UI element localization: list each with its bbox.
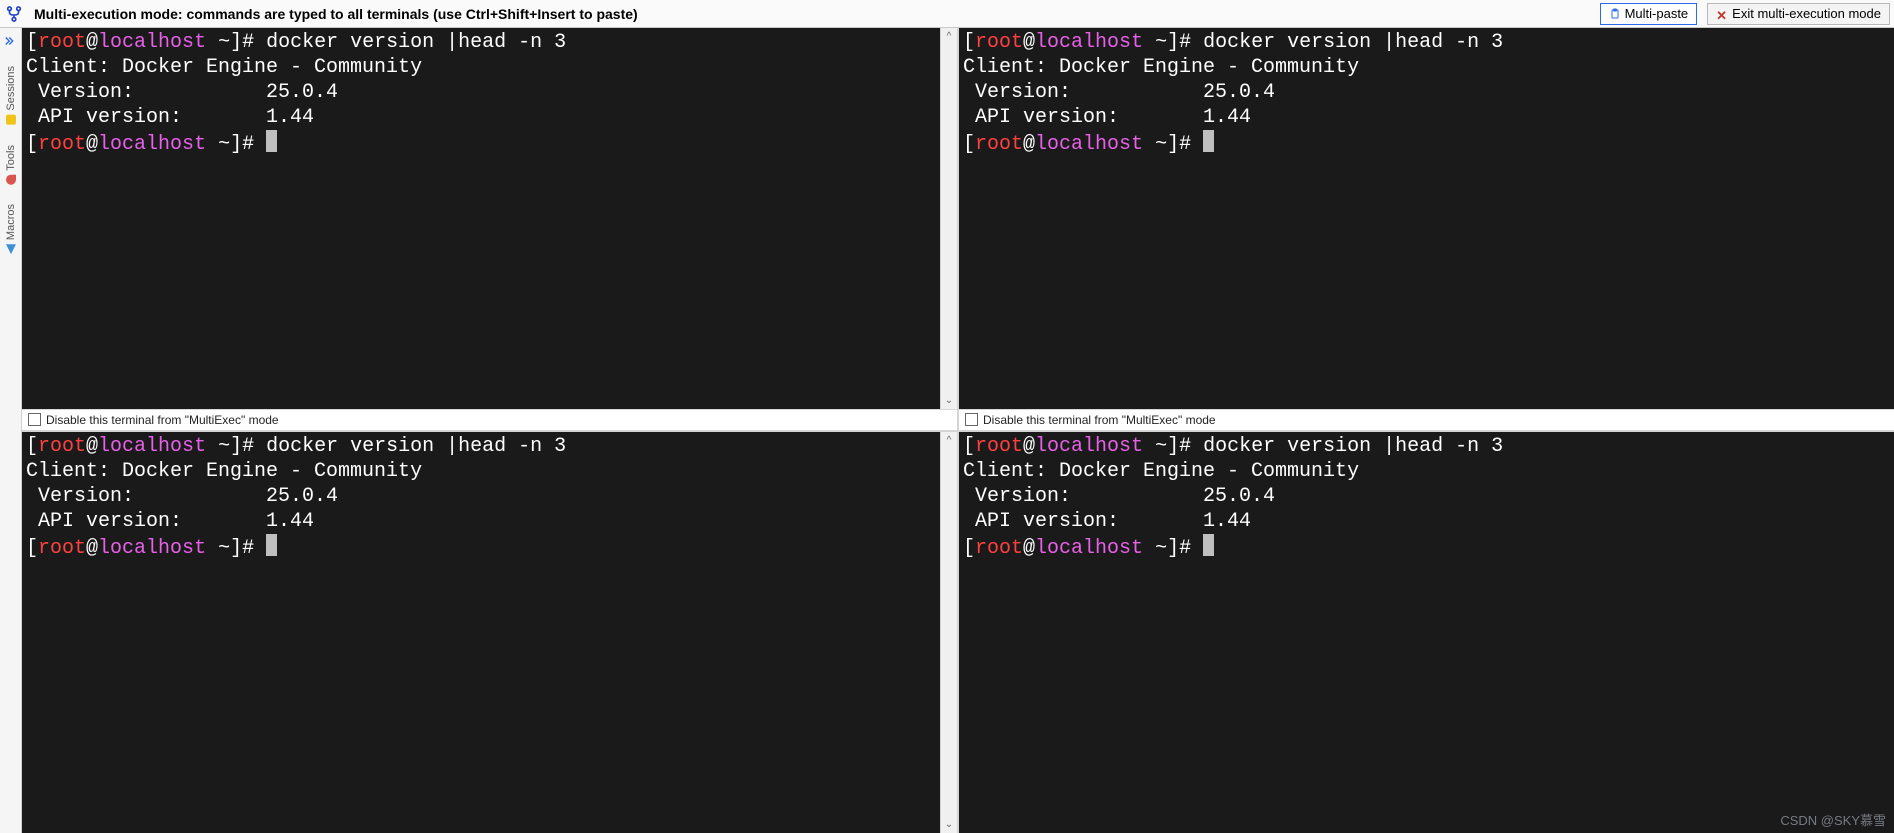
scroll-down-icon[interactable]: ⌄: [941, 816, 958, 833]
terminal-pane: [root@localhost ~]# docker version |head…: [959, 432, 1894, 833]
exit-multi-exec-label: Exit multi-execution mode: [1732, 6, 1881, 21]
cursor: [266, 534, 277, 556]
disable-multiexec-checkbox[interactable]: [965, 413, 978, 426]
terminal-grid: [root@localhost ~]# docker version |head…: [22, 28, 1894, 833]
disable-multiexec-label: Disable this terminal from "MultiExec" m…: [46, 413, 279, 427]
cursor: [1203, 534, 1214, 556]
terminal[interactable]: [root@localhost ~]# docker version |head…: [959, 432, 1894, 833]
expand-sidebar-button[interactable]: [2, 32, 20, 50]
scrollbar[interactable]: ^⌄: [940, 28, 957, 409]
main-area: Sessions Tools Macros [root@localhost ~]…: [0, 28, 1894, 833]
terminal[interactable]: [root@localhost ~]# docker version |head…: [959, 28, 1894, 409]
terminal-wrap: [root@localhost ~]# docker version |head…: [959, 432, 1894, 833]
sidebar-tab-label: Tools: [5, 145, 17, 171]
sidebar-tab-label: Sessions: [5, 66, 17, 111]
multi-paste-button[interactable]: Multi-paste: [1600, 3, 1698, 25]
macros-icon: [6, 244, 16, 254]
multi-paste-label: Multi-paste: [1625, 6, 1689, 21]
terminal-wrap: [root@localhost ~]# docker version |head…: [22, 28, 957, 409]
scroll-up-icon[interactable]: ^: [941, 432, 958, 449]
left-sidebar: Sessions Tools Macros: [0, 28, 22, 833]
clipboard-icon: [1609, 7, 1621, 21]
multi-exec-icon: [4, 4, 24, 24]
sidebar-tab-macros[interactable]: Macros: [5, 194, 17, 264]
cursor: [266, 130, 277, 152]
terminal[interactable]: [root@localhost ~]# docker version |head…: [22, 432, 940, 833]
disable-multiexec-checkbox[interactable]: [28, 413, 41, 426]
top-toolbar: Multi-execution mode: commands are typed…: [0, 0, 1894, 28]
exit-multi-exec-button[interactable]: ✕ Exit multi-execution mode: [1707, 3, 1890, 25]
terminal-pane: [root@localhost ~]# docker version |head…: [22, 28, 957, 430]
star-icon: [6, 115, 16, 125]
disable-multiexec-label: Disable this terminal from "MultiExec" m…: [983, 413, 1216, 427]
terminal-wrap: [root@localhost ~]# docker version |head…: [959, 28, 1894, 409]
sidebar-tab-tools[interactable]: Tools: [5, 135, 17, 195]
sidebar-tab-sessions[interactable]: Sessions: [5, 56, 17, 135]
terminal[interactable]: [root@localhost ~]# docker version |head…: [22, 28, 940, 409]
scroll-up-icon[interactable]: ^: [941, 28, 958, 45]
scroll-down-icon[interactable]: ⌄: [941, 392, 958, 409]
scrollbar[interactable]: ^⌄: [940, 432, 957, 833]
pane-footer: Disable this terminal from "MultiExec" m…: [22, 409, 957, 430]
terminal-pane: [root@localhost ~]# docker version |head…: [959, 28, 1894, 430]
watermark: CSDN @SKY慕雪: [1780, 810, 1886, 829]
tools-icon: [6, 174, 16, 184]
terminal-wrap: [root@localhost ~]# docker version |head…: [22, 432, 957, 833]
close-icon: ✕: [1716, 8, 1728, 20]
pane-footer: Disable this terminal from "MultiExec" m…: [959, 409, 1894, 430]
terminal-pane: [root@localhost ~]# docker version |head…: [22, 432, 957, 833]
cursor: [1203, 130, 1214, 152]
sidebar-tab-label: Macros: [5, 204, 17, 240]
mode-title: Multi-execution mode: commands are typed…: [34, 6, 1590, 22]
